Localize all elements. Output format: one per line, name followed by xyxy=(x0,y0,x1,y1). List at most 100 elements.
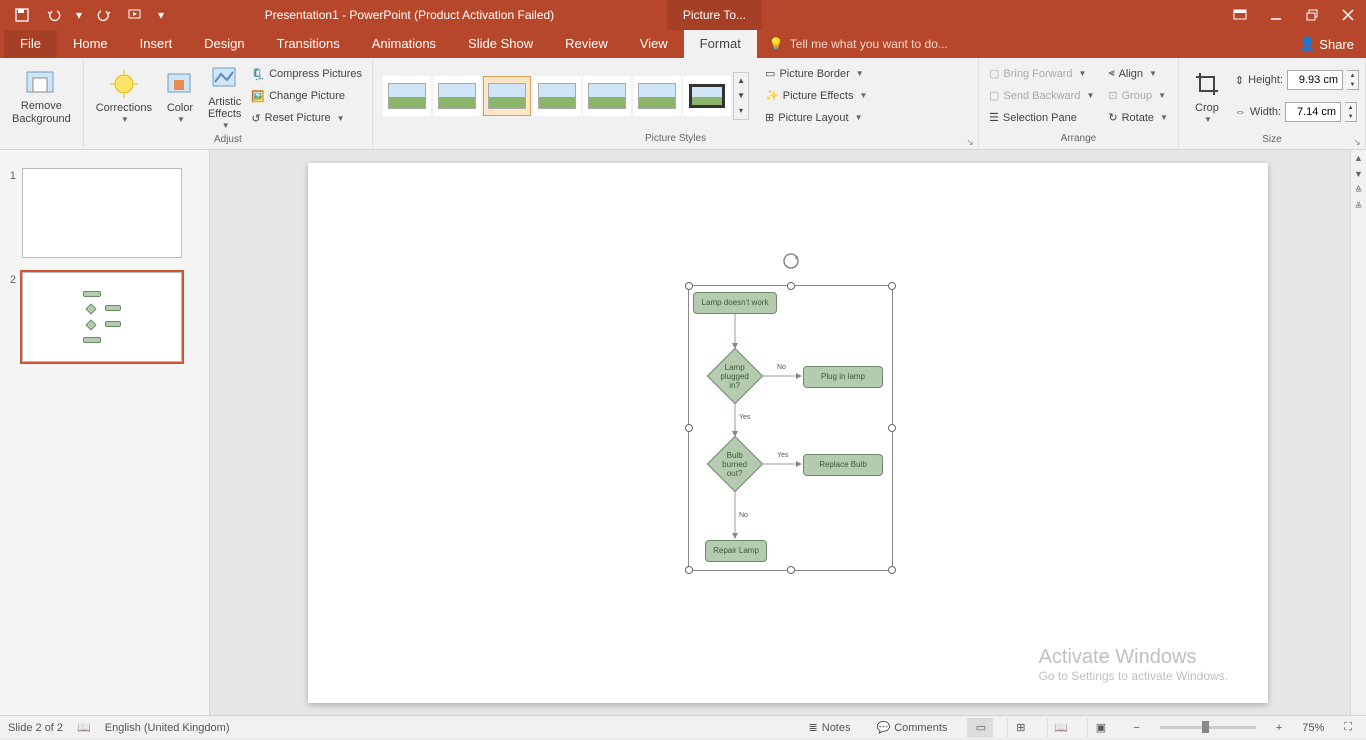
slide-sorter-view-button[interactable]: ⊞ xyxy=(1007,718,1033,738)
tab-file[interactable]: File xyxy=(4,30,57,58)
width-icon: ⇔ xyxy=(1235,106,1246,118)
fit-to-window-button[interactable]: ⛶ xyxy=(1338,716,1358,740)
picture-layout-button[interactable]: ⊞Picture Layout▼ xyxy=(761,107,871,129)
selection-pane-icon: ☰ xyxy=(989,111,999,124)
picture-styles-launcher[interactable]: ↘ xyxy=(964,137,976,149)
tab-review[interactable]: Review xyxy=(549,30,624,58)
tab-view[interactable]: View xyxy=(624,30,684,58)
spellcheck-icon[interactable]: 📖 xyxy=(77,721,91,734)
vertical-scrollbar[interactable]: ▲ ▼ ≙ ≚ xyxy=(1350,150,1366,715)
rotate-button[interactable]: ↻Rotate▼ xyxy=(1104,107,1172,129)
selection-pane-button[interactable]: ☰Selection Pane xyxy=(985,107,1098,129)
picture-style-1[interactable] xyxy=(383,76,431,116)
picture-style-5[interactable] xyxy=(583,76,631,116)
change-picture-button[interactable]: 🖼️Change Picture xyxy=(247,85,366,107)
watermark-subtitle: Go to Settings to activate Windows. xyxy=(1039,669,1228,683)
reading-view-button[interactable]: 📖 xyxy=(1047,718,1073,738)
undo-button[interactable] xyxy=(40,3,68,27)
notes-icon: ≣ xyxy=(809,721,818,734)
crop-button[interactable]: Crop▼ xyxy=(1185,60,1229,132)
rotate-handle[interactable] xyxy=(782,252,800,270)
slide-thumbnail-2[interactable]: 2 xyxy=(0,268,209,372)
tab-slideshow[interactable]: Slide Show xyxy=(452,30,549,58)
picture-style-3[interactable] xyxy=(483,76,531,116)
language-indicator[interactable]: English (United Kingdom) xyxy=(105,722,230,734)
status-bar: Slide 2 of 2 📖 English (United Kingdom) … xyxy=(0,715,1366,739)
gallery-expand[interactable]: ▾ xyxy=(734,103,748,118)
selected-picture[interactable]: Lamp doesn't work Lamp plugged in? Plug … xyxy=(688,285,893,571)
tab-transitions[interactable]: Transitions xyxy=(261,30,356,58)
normal-view-button[interactable]: ▭ xyxy=(967,718,993,738)
comments-button[interactable]: 💬Comments xyxy=(871,716,954,740)
lightbulb-icon: 💡 xyxy=(769,37,784,51)
width-input[interactable] xyxy=(1285,102,1341,122)
picture-style-4[interactable] xyxy=(533,76,581,116)
flowchart-label-no-2: No xyxy=(739,512,748,519)
flowchart-node-plugin: Plug in lamp xyxy=(803,366,883,388)
watermark-title: Activate Windows xyxy=(1039,646,1228,669)
picture-tools-tab: Picture To... xyxy=(667,0,762,30)
slide-thumbnails-pane[interactable]: 1 2 xyxy=(0,150,210,715)
slide-thumbnail-1[interactable]: 1 xyxy=(0,164,209,268)
slide-counter[interactable]: Slide 2 of 2 xyxy=(8,722,63,734)
zoom-level[interactable]: 75% xyxy=(1302,722,1324,734)
bring-forward-button[interactable]: ▢Bring Forward▼ xyxy=(985,63,1098,85)
tab-home[interactable]: Home xyxy=(57,30,124,58)
picture-style-6[interactable] xyxy=(633,76,681,116)
group-button[interactable]: ⊡Group▼ xyxy=(1104,85,1172,107)
share-icon: 👤 xyxy=(1299,36,1315,52)
save-button[interactable] xyxy=(8,3,36,27)
size-launcher[interactable]: ↘ xyxy=(1351,137,1363,149)
prev-slide-button[interactable]: ≙ xyxy=(1351,182,1366,198)
slide-editing-area[interactable]: Lamp doesn't work Lamp plugged in? Plug … xyxy=(210,150,1366,715)
ribbon-display-options[interactable] xyxy=(1222,0,1258,30)
tell-me-search[interactable]: 💡 Tell me what you want to do... xyxy=(757,37,960,51)
notes-button[interactable]: ≣Notes xyxy=(803,716,857,740)
picture-style-2[interactable] xyxy=(433,76,481,116)
scroll-up[interactable]: ▲ xyxy=(1351,150,1366,166)
zoom-slider[interactable] xyxy=(1160,726,1256,729)
remove-background-button[interactable]: Remove Background xyxy=(6,60,77,132)
scroll-down[interactable]: ▼ xyxy=(1351,166,1366,182)
picture-styles-group-label: Picture Styles xyxy=(645,133,706,144)
share-button[interactable]: 👤 Share xyxy=(1287,36,1366,52)
artistic-effects-button[interactable]: Artistic Effects▼ xyxy=(202,60,247,132)
align-button[interactable]: ⫷Align▼ xyxy=(1104,63,1172,85)
close-button[interactable] xyxy=(1330,0,1366,30)
tab-format[interactable]: Format xyxy=(684,30,757,58)
width-label: Width: xyxy=(1250,106,1281,118)
gallery-row-up[interactable]: ▲ xyxy=(734,73,748,88)
height-spinner[interactable]: ▲▼ xyxy=(1347,70,1359,90)
tab-design[interactable]: Design xyxy=(188,30,260,58)
slide-canvas[interactable]: Lamp doesn't work Lamp plugged in? Plug … xyxy=(308,163,1268,703)
gallery-more: ▲ ▼ ▾ xyxy=(733,72,749,120)
zoom-in-button[interactable]: + xyxy=(1270,716,1288,740)
width-spinner[interactable]: ▲▼ xyxy=(1345,102,1357,122)
picture-effects-button[interactable]: ✨Picture Effects▼ xyxy=(761,85,871,107)
gallery-row-down[interactable]: ▼ xyxy=(734,88,748,103)
picture-style-7[interactable] xyxy=(683,76,731,116)
picture-border-button[interactable]: ▭Picture Border▼ xyxy=(761,63,871,85)
next-slide-button[interactable]: ≚ xyxy=(1351,198,1366,214)
reset-picture-icon: ↺ xyxy=(251,112,260,125)
align-icon: ⫷ xyxy=(1108,67,1114,80)
corrections-button[interactable]: Corrections▼ xyxy=(90,60,158,132)
height-input[interactable] xyxy=(1287,70,1343,90)
zoom-out-button[interactable]: − xyxy=(1127,716,1145,740)
reset-picture-button[interactable]: ↺Reset Picture▼ xyxy=(247,107,366,129)
flowchart-node-repair: Repair Lamp xyxy=(705,540,767,562)
qat-customize[interactable]: ▾ xyxy=(154,3,168,27)
color-button[interactable]: Color▼ xyxy=(158,60,202,132)
arrange-group-label: Arrange xyxy=(1061,133,1097,144)
tab-insert[interactable]: Insert xyxy=(124,30,189,58)
send-backward-button[interactable]: ▢Send Backward▼ xyxy=(985,85,1098,107)
minimize-button[interactable] xyxy=(1258,0,1294,30)
slideshow-view-button[interactable]: ▣ xyxy=(1087,718,1113,738)
redo-button[interactable] xyxy=(90,3,118,27)
compress-pictures-button[interactable]: 🗜️Compress Pictures xyxy=(247,63,366,85)
tab-animations[interactable]: Animations xyxy=(356,30,452,58)
undo-dropdown[interactable]: ▾ xyxy=(72,3,86,27)
height-label: Height: xyxy=(1248,74,1283,86)
start-from-beginning-button[interactable] xyxy=(122,3,150,27)
restore-button[interactable] xyxy=(1294,0,1330,30)
